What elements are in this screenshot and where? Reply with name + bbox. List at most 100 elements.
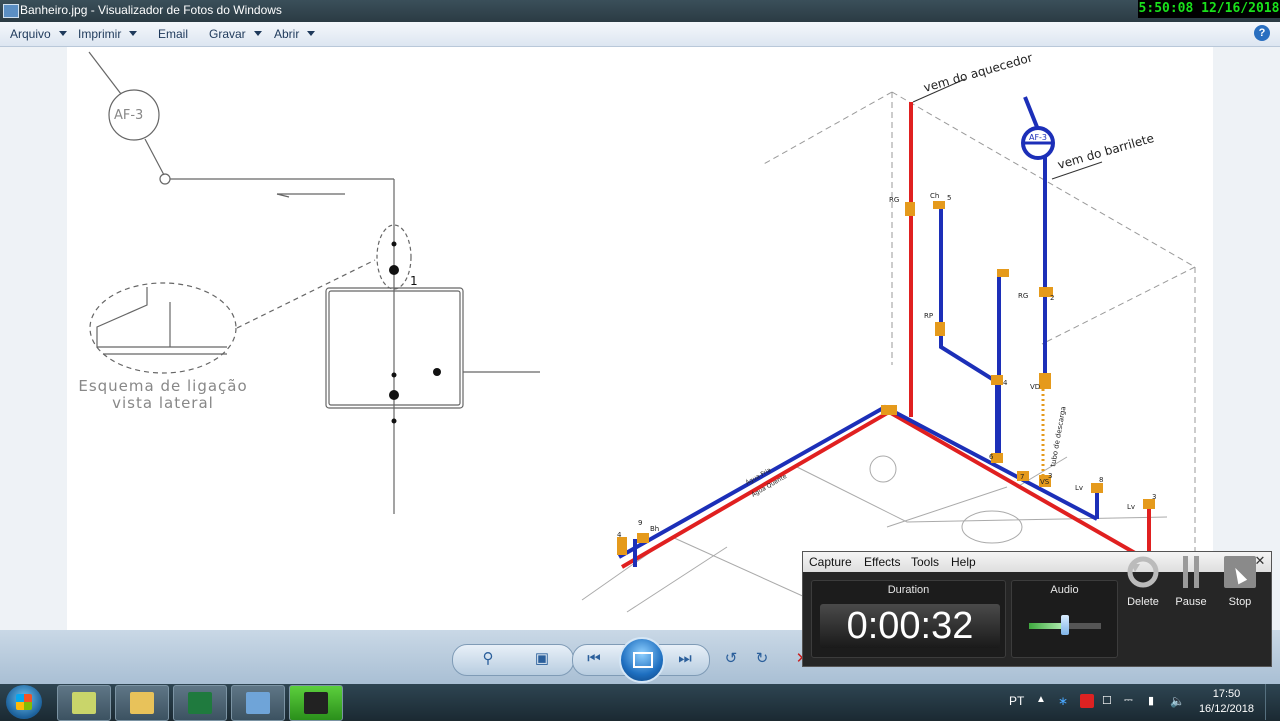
taskbar-explorer[interactable] [115,685,169,721]
label-rg-top: RG [889,196,899,204]
zoom-icon[interactable]: ⚲ [476,648,500,670]
recorder-menu-tools[interactable]: Tools [911,555,939,569]
menu-gravar-label: Gravar [209,27,246,41]
label-vd: VD [1030,383,1040,391]
plumbing-drawing[interactable]: AF-3 1 Esquema de ligação vista lateral [67,47,1213,630]
chevron-down-icon [129,31,138,36]
delete-icon [1127,556,1159,588]
chevron-down-icon [307,31,316,36]
label-ch: Ch [930,192,939,200]
label-6: 6 [989,453,994,461]
drawing-canvas: AF-3 1 Esquema de ligação vista lateral [78,50,1196,613]
previous-icon[interactable]: ⏮ [582,648,606,670]
label-lv-right: Lv [1127,503,1135,511]
slideshow-icon[interactable] [619,637,665,683]
chevron-down-icon [58,31,67,36]
start-icon[interactable] [6,685,42,719]
delete-button-label: Delete [1127,596,1159,608]
help-icon[interactable]: ? [1254,25,1270,41]
menu-arquivo[interactable]: Arquivo [10,27,67,41]
label-3-mid: 3 [1048,472,1052,480]
audio-volume-slider[interactable] [1061,615,1069,635]
taskbar-excel[interactable] [173,685,227,721]
stop-button[interactable]: Stop [1218,556,1262,608]
cold-source-label: vem do barrilete [1056,131,1156,172]
label-bh: Bh [650,525,659,533]
menu-arquivo-label: Arquivo [10,27,51,41]
recorder-icon [304,692,328,714]
menu-email[interactable]: Email [158,27,188,41]
label-2: 2 [1050,294,1054,302]
rotate-left-icon[interactable]: ↺ [719,648,743,670]
recorder-menu-capture[interactable]: Capture [809,555,852,569]
pause-button-label: Pause [1175,596,1207,608]
label-4-mid: 4 [1003,379,1008,387]
folder-icon [130,692,154,714]
duration-label: Duration [887,584,930,596]
schematic-nodes [389,241,441,424]
menu-imprimir-label: Imprimir [78,27,122,41]
app-icon [3,4,19,18]
show-desktop-button[interactable] [1265,684,1280,720]
caption-line-1: Esquema de ligação [78,377,247,395]
label-5: 5 [947,194,951,202]
menu-gravar[interactable]: Gravar [209,27,262,41]
zoom-group [452,644,574,676]
menu-bar: Arquivo Imprimir Email Gravar Abrir ? [0,22,1280,47]
recorder-panel: Capture Effects Tools Help – ✕ Duration … [802,551,1272,667]
duration-value: 0:00:32 [820,604,1000,648]
next-icon[interactable]: ⏭ [673,648,697,670]
volume-icon[interactable]: 🔈 [1170,694,1185,708]
security-icon[interactable] [1080,694,1094,708]
tray-time: 17:50 [1212,688,1241,700]
label-3-right: 3 [1152,493,1156,501]
show-hidden-icons[interactable]: ▲ [1036,694,1050,708]
bluetooth-icon[interactable]: ∗ [1058,694,1072,708]
stop-button-label: Stop [1228,596,1252,608]
left-schematic [88,51,540,514]
tray-date: 16/12/2018 [1198,703,1254,715]
fittings [617,201,1155,555]
rotate-right-icon[interactable]: ↻ [750,648,774,670]
recorder-menu-effects[interactable]: Effects [864,555,900,569]
node-number: 1 [410,274,418,288]
taskbar-photo-viewer[interactable] [231,685,285,721]
hot-source-label: vem do aquecedor [922,50,1034,95]
label-rp: RP [924,312,933,320]
menu-imprimir[interactable]: Imprimir [78,27,138,41]
label-8: 8 [1099,476,1103,484]
menu-abrir[interactable]: Abrir [274,27,316,41]
delete-button[interactable]: Delete [1121,556,1165,608]
af3-left-label: AF-3 [114,108,143,123]
network-warning-icon[interactable]: ☐ [1102,694,1116,708]
menu-email-label: Email [158,27,189,41]
label-7: 7 [1020,473,1024,481]
audio-label: Audio [1050,584,1079,596]
label-9: 9 [638,519,642,527]
taskbar: PT ▲ ∗ ☐ ⎓ ▮ 🔈 17:50 16/12/2018 [0,684,1280,721]
windows-flag-icon [16,694,32,710]
image-viewport: AF-3 1 Esquema de ligação vista lateral [0,47,1280,630]
audio-level-fill [1029,623,1065,629]
pause-button[interactable]: Pause [1169,556,1213,608]
overlay-clock: 5:50:08 12/16/2018 [1138,0,1280,18]
network-icon[interactable]: ▮ [1148,694,1162,708]
af3-right-label: AF-3 [1029,133,1047,142]
language-indicator[interactable]: PT [1009,694,1024,708]
power-icon[interactable]: ⎓ [1124,694,1138,708]
fit-icon[interactable]: ▣ [530,648,554,670]
window-title: Banheiro.jpg - Visualizador de Fotos do … [20,3,282,17]
caption-line-2: vista lateral [112,394,214,412]
label-rg-mid: RG [1018,292,1028,300]
duration-panel: Duration 0:00:32 [811,580,1006,658]
recorder-menu-help[interactable]: Help [951,555,976,569]
pause-icon [1175,556,1207,588]
taskbar-recorder[interactable] [289,685,343,721]
fixture-labels: RG Ch 5 RP RG 2 4 VD 6 7 VS 3 Lv 8 Lv 3 … [617,192,1156,539]
notes-icon [72,692,96,714]
audio-panel: Audio [1011,580,1118,658]
title-bar: Banheiro.jpg - Visualizador de Fotos do … [0,0,1280,22]
tray-clock[interactable]: 17:50 16/12/2018 [1199,687,1254,717]
label-4-left: 4 [617,531,622,539]
taskbar-notes[interactable] [57,685,111,721]
